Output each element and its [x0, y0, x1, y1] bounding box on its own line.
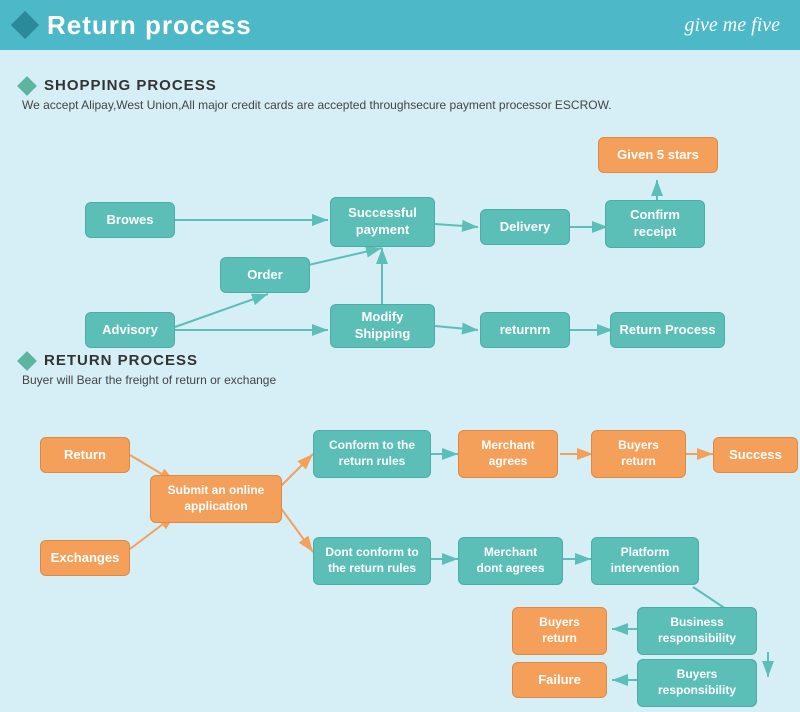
modify-shipping-box: ModifyShipping — [330, 304, 435, 348]
return-diamond-icon — [17, 351, 37, 371]
business-responsibility-box: Businessresponsibility — [637, 607, 757, 655]
failure-box: Failure — [512, 662, 607, 698]
header-logo: give me five — [685, 14, 781, 37]
success-box: Success — [713, 437, 798, 473]
returnrn-box: returnrn — [480, 312, 570, 348]
merchant-dont-box: Merchantdont agrees — [458, 537, 563, 585]
browes-box: Browes — [85, 202, 175, 238]
merchant-agrees-box: Merchantagrees — [458, 430, 558, 478]
return-diagram: Return Exchanges Submit an onlineapplica… — [20, 397, 780, 697]
platform-intervention-box: Platformintervention — [591, 537, 699, 585]
exchanges-box: Exchanges — [40, 540, 130, 576]
return-box: Return — [40, 437, 130, 473]
return-section-title: RETURN PROCESS — [44, 352, 198, 369]
given-5-stars-box: Given 5 stars — [598, 137, 718, 173]
return-process-box: Return Process — [610, 312, 725, 348]
shopping-diamond-icon — [17, 76, 37, 96]
conform-return-box: Conform to thereturn rules — [313, 430, 431, 478]
header-title: Return process — [47, 10, 252, 41]
shopping-desc: We accept Alipay,West Union,All major cr… — [22, 98, 780, 112]
buyers-return-1-box: Buyersreturn — [591, 430, 686, 478]
return-desc: Buyer will Bear the freight of return or… — [22, 373, 780, 387]
shopping-section-header: SHOPPING PROCESS — [20, 77, 780, 94]
successful-payment-box: Successfulpayment — [330, 197, 435, 247]
submit-online-box: Submit an onlineapplication — [150, 475, 282, 523]
header-diamond-icon — [11, 11, 39, 39]
buyers-responsibility-box: Buyersresponsibility — [637, 659, 757, 707]
page-content: SHOPPING PROCESS We accept Alipay,West U… — [0, 50, 800, 712]
shopping-section-title: SHOPPING PROCESS — [44, 77, 217, 94]
confirm-receipt-box: Confirmreceipt — [605, 200, 705, 248]
header: Return process give me five — [0, 0, 800, 50]
dont-conform-box: Dont conform tothe return rules — [313, 537, 431, 585]
delivery-box: Delivery — [480, 209, 570, 245]
order-box: Order — [220, 257, 310, 293]
return-section-header: RETURN PROCESS — [20, 352, 780, 369]
buyers-return-2-box: Buyersreturn — [512, 607, 607, 655]
shopping-diagram: Browes Order Advisory ModifyShipping Suc… — [20, 122, 780, 352]
advisory-box: Advisory — [85, 312, 175, 348]
